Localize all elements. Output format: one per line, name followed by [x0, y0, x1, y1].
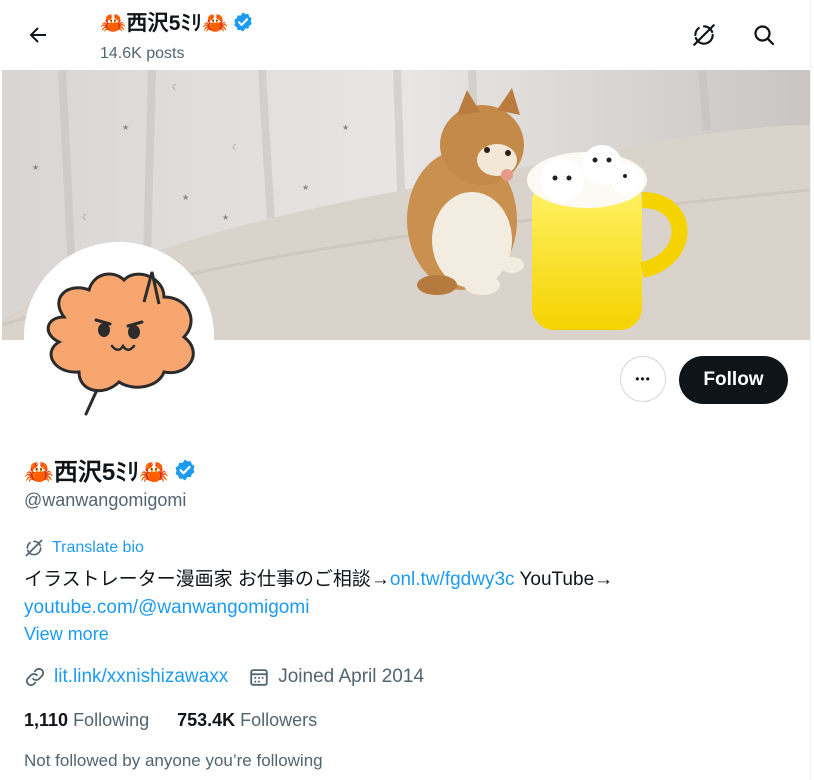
followers-label: Followers [240, 710, 318, 730]
follow-counts: 1,110 Following 753.4K Followers [24, 710, 345, 731]
search-button[interactable] [744, 15, 784, 55]
top-name-row: 🦀西沢5ﾐﾘ🦀 [100, 6, 254, 38]
translate-toggle-button[interactable] [684, 15, 724, 55]
joined-date: Joined April 2014 [278, 666, 425, 687]
translate-bio-label: Translate bio [52, 539, 144, 556]
profile-meta: lit.link/xxnishizawaxx Joined April 2014 [24, 666, 444, 688]
bio-link-youtube[interactable]: youtube.com/@wanwangomigomi [24, 597, 309, 618]
link-icon [25, 667, 45, 687]
website-item[interactable]: lit.link/xxnishizawaxx [24, 666, 228, 688]
website-link[interactable]: lit.link/xxnishizawaxx [54, 666, 228, 688]
bio-text-youtube: YouTube→ [514, 569, 614, 590]
arrow-left-icon [29, 27, 46, 43]
svg-text:☾: ☾ [232, 143, 239, 152]
display-name: 🦀西沢5ﾐﾘ🦀 [24, 459, 170, 486]
verified-badge-icon [234, 12, 253, 32]
avatar-image [24, 242, 214, 432]
more-options-button[interactable]: ••• [620, 356, 666, 402]
svg-text:★: ★ [302, 183, 309, 192]
svg-text:☾: ☾ [82, 213, 89, 222]
user-handle: @wanwangomigomi [24, 490, 187, 510]
svg-text:★: ★ [342, 123, 349, 132]
followers-count: 753.4K [177, 710, 236, 730]
no-sync-icon [693, 24, 715, 46]
verified-badge-icon[interactable] [173, 458, 197, 482]
bio-text: イラストレーター漫画家 お仕事のご相談→ [24, 569, 390, 590]
following-label: Following [73, 710, 150, 730]
more-dots-icon: ••• [635, 372, 651, 386]
translate-bio-link[interactable]: Translate bio [24, 538, 144, 558]
back-button[interactable] [18, 15, 58, 55]
bio-link-onl[interactable]: onl.tw/fgdwy3c [390, 569, 515, 590]
not-followed-notice: Not followed by anyone you’re following [24, 751, 323, 770]
svg-text:★: ★ [182, 193, 189, 202]
top-bar: 🦀西沢5ﾐﾘ🦀 14.6K posts [0, 0, 810, 70]
post-count: 14.6K posts [100, 45, 185, 62]
followers-count-link[interactable]: 753.4K Followers [177, 710, 317, 731]
svg-text:★: ★ [222, 213, 229, 222]
search-icon [754, 25, 775, 46]
profile-avatar[interactable] [24, 242, 214, 432]
svg-text:★: ★ [32, 163, 39, 172]
profile-bio: イラストレーター漫画家 お仕事のご相談→onl.tw/fgdwy3c YouTu… [24, 566, 784, 622]
svg-text:★: ★ [122, 123, 129, 132]
top-display-name: 🦀西沢5ﾐﾘ🦀 [100, 12, 229, 35]
calendar-icon [250, 669, 268, 686]
profile-page: 🦀西沢5ﾐﾘ🦀 14.6K posts ★ ☾ ★ ★ ☾ ★ ★ ★ ☾ ••… [0, 0, 811, 780]
joined-item: Joined April 2014 [248, 666, 424, 688]
following-count-link[interactable]: 1,110 Following [24, 710, 149, 731]
no-sync-icon [25, 539, 43, 557]
svg-text:☾: ☾ [172, 83, 179, 92]
display-name-row: 🦀西沢5ﾐﾘ🦀 [24, 452, 197, 487]
following-count: 1,110 [24, 710, 69, 730]
follow-button[interactable]: Follow [679, 356, 788, 404]
view-more-link[interactable]: View more [24, 624, 109, 645]
